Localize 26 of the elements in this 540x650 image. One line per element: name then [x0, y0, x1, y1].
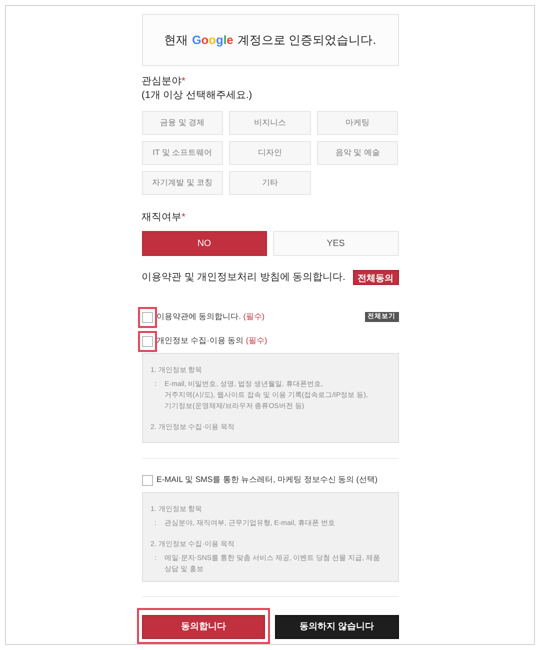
terms-heading: 이용약관 및 개인정보처리 방침에 동의합니다. — [142, 271, 346, 285]
consent-label: 개인정보 수집·이용 동의 (필수) — [156, 335, 268, 347]
interest-option[interactable]: 마케팅 — [316, 111, 398, 135]
interest-option[interactable]: 기타 — [229, 171, 311, 195]
interest-option[interactable]: 금융 및 경제 — [142, 111, 224, 135]
field-label: 관심분야* — [142, 75, 186, 89]
checkbox[interactable] — [142, 312, 152, 322]
notice-text: 현재 — [164, 32, 188, 49]
consent-label: 이용약관에 동의합니다. (필수) — [156, 311, 265, 323]
field-label: 재직여부* — [142, 211, 186, 225]
notice-text: 계정으로 인증되었습니다. — [237, 32, 376, 49]
google-wordmark: Google — [192, 32, 234, 49]
interest-option[interactable]: 비지니스 — [229, 111, 311, 135]
checkbox[interactable] — [142, 474, 152, 486]
agree-button[interactable]: 동의합니다 — [142, 614, 265, 639]
checkbox[interactable] — [142, 336, 152, 346]
interest-option[interactable]: 디자인 — [229, 141, 311, 165]
consent-label: E-MAIL 및 SMS를 통한 뉴스레터, 마케팅 정보수신 동의 (선택) — [156, 474, 378, 486]
interest-option[interactable]: 음악 및 예술 — [316, 141, 398, 165]
interest-option[interactable]: 자기계발 및 코칭 — [142, 171, 224, 195]
interest-option[interactable]: IT 및 소프트웨어 — [142, 141, 224, 165]
agree-all-button[interactable]: 전체동의 — [352, 270, 398, 285]
employment-option[interactable]: NO — [142, 231, 267, 256]
field-hint: (1개 이상 선택해주세요.) — [142, 89, 254, 103]
employment-option[interactable]: YES — [273, 231, 398, 256]
disagree-button[interactable]: 동의하지 않습니다 — [275, 614, 398, 639]
